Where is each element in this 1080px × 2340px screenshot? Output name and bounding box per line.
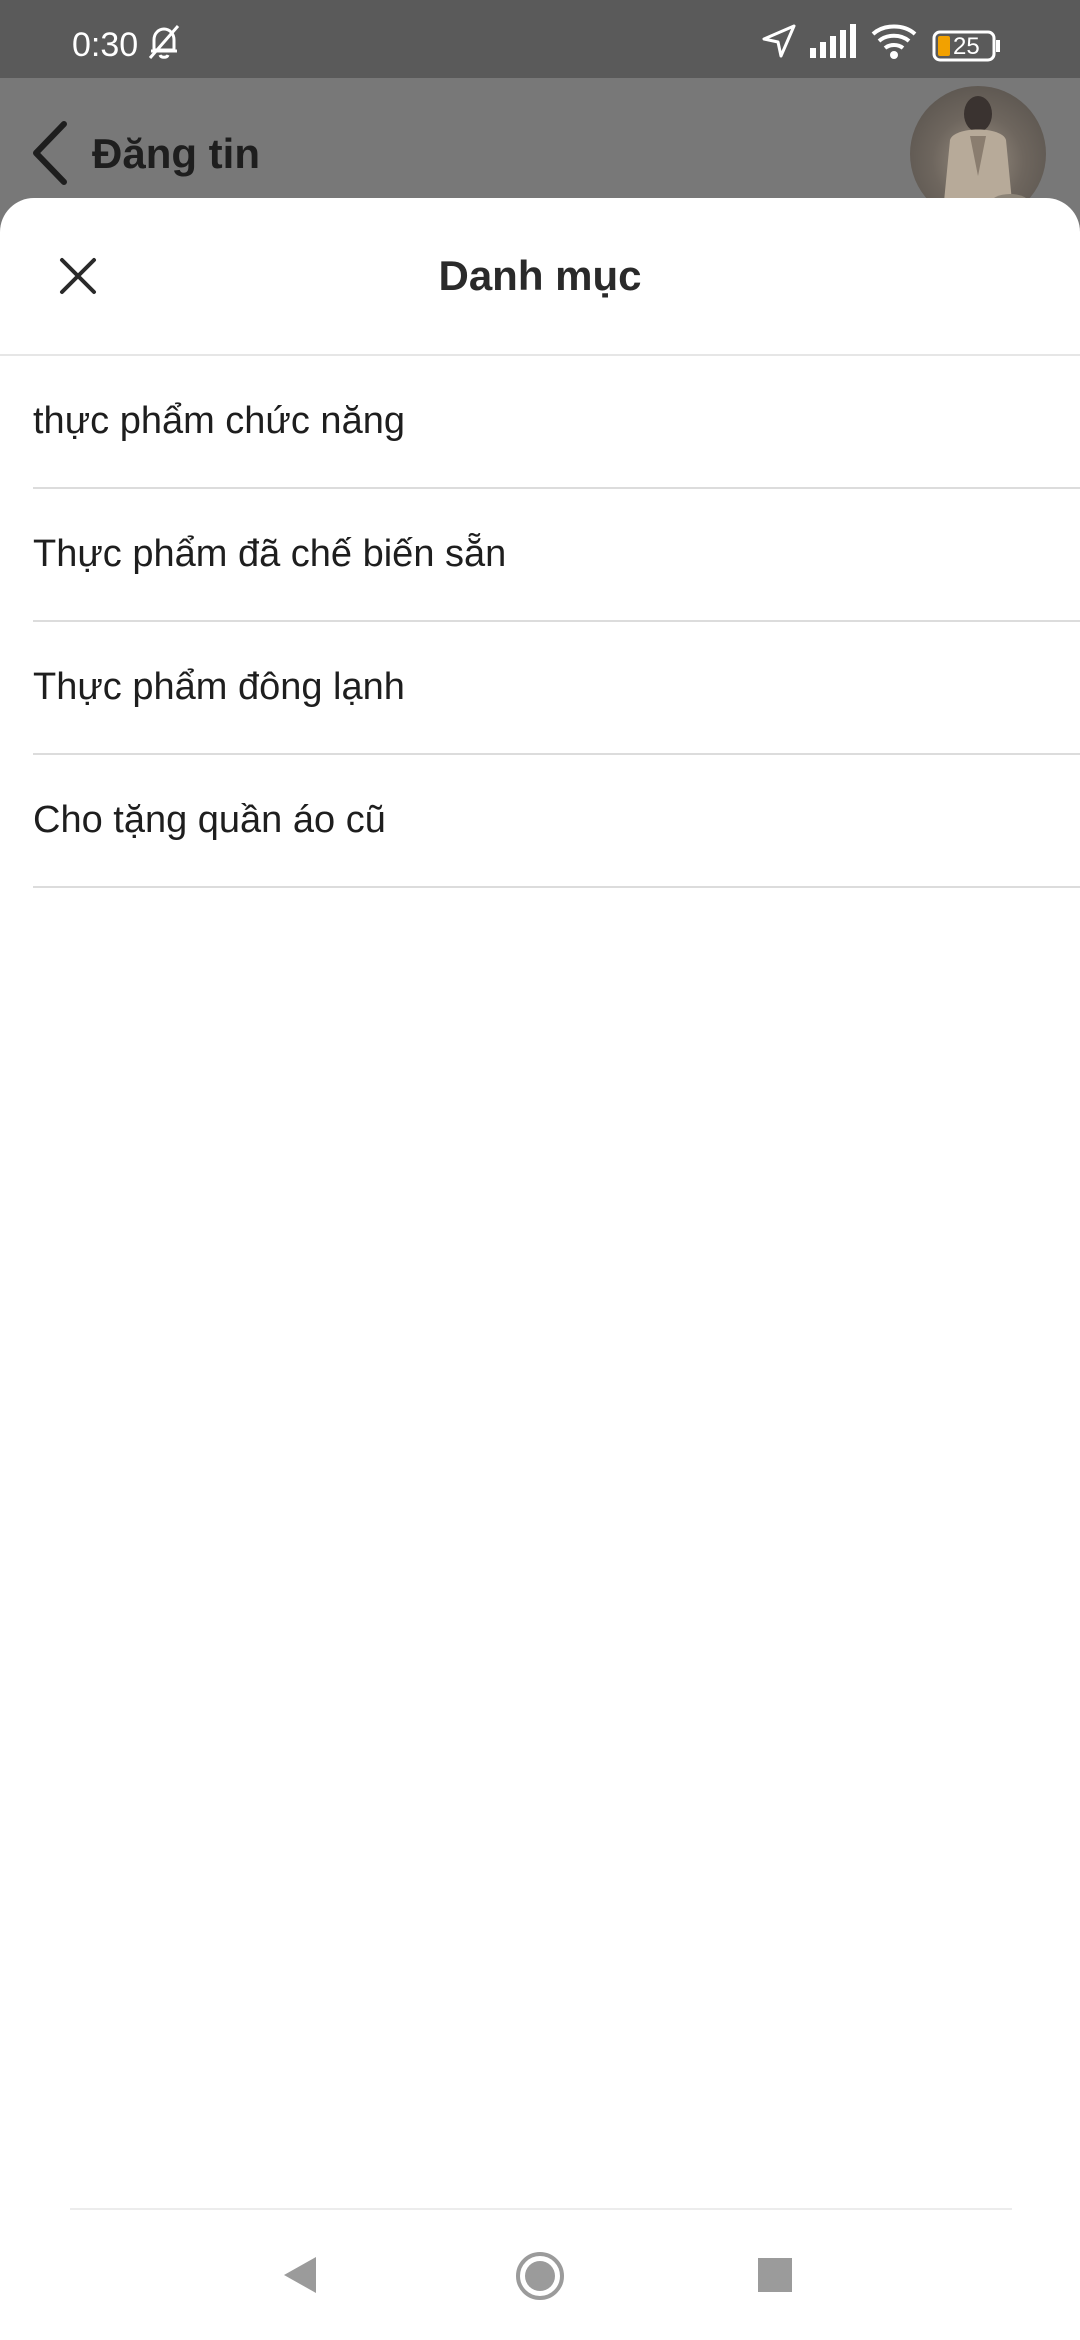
category-list: thực phẩm chức năng Thực phẩm đã chế biế… — [0, 356, 1080, 888]
category-item[interactable]: thực phẩm chức năng — [33, 356, 1080, 489]
category-label: Thực phẩm đông lạnh — [33, 666, 405, 708]
page-title: Đăng tin — [92, 130, 260, 177]
location-arrow-icon — [760, 22, 798, 65]
category-label: Thực phẩm đã chế biến sẵn — [33, 533, 507, 575]
battery-level: 25 — [953, 33, 980, 60]
sheet-title: Danh mục — [438, 252, 642, 299]
app-header: Đăng tin — [0, 78, 1080, 222]
category-sheet: Danh mục thực phẩm chức năng Thực phẩm đ… — [0, 198, 1080, 2340]
category-label: thực phẩm chức năng — [33, 400, 405, 442]
nav-divider — [70, 2208, 1012, 2210]
bell-muted-icon — [144, 22, 184, 67]
chevron-left-icon[interactable] — [28, 120, 72, 191]
nav-home-icon[interactable] — [514, 2250, 566, 2307]
status-bar: 0:30 25 — [0, 0, 1080, 78]
category-item[interactable]: Cho tặng quần áo cũ — [33, 755, 1080, 888]
signal-icon — [808, 22, 860, 67]
nav-back-icon[interactable] — [280, 2253, 320, 2302]
wifi-icon — [870, 22, 918, 67]
status-time: 0:30 — [72, 26, 139, 64]
category-item[interactable]: Thực phẩm đã chế biến sẵn — [33, 489, 1080, 622]
nav-recents-icon[interactable] — [758, 2258, 792, 2292]
category-label: Cho tặng quần áo cũ — [33, 799, 386, 841]
category-item[interactable]: Thực phẩm đông lạnh — [33, 622, 1080, 755]
sheet-header: Danh mục — [0, 198, 1080, 356]
